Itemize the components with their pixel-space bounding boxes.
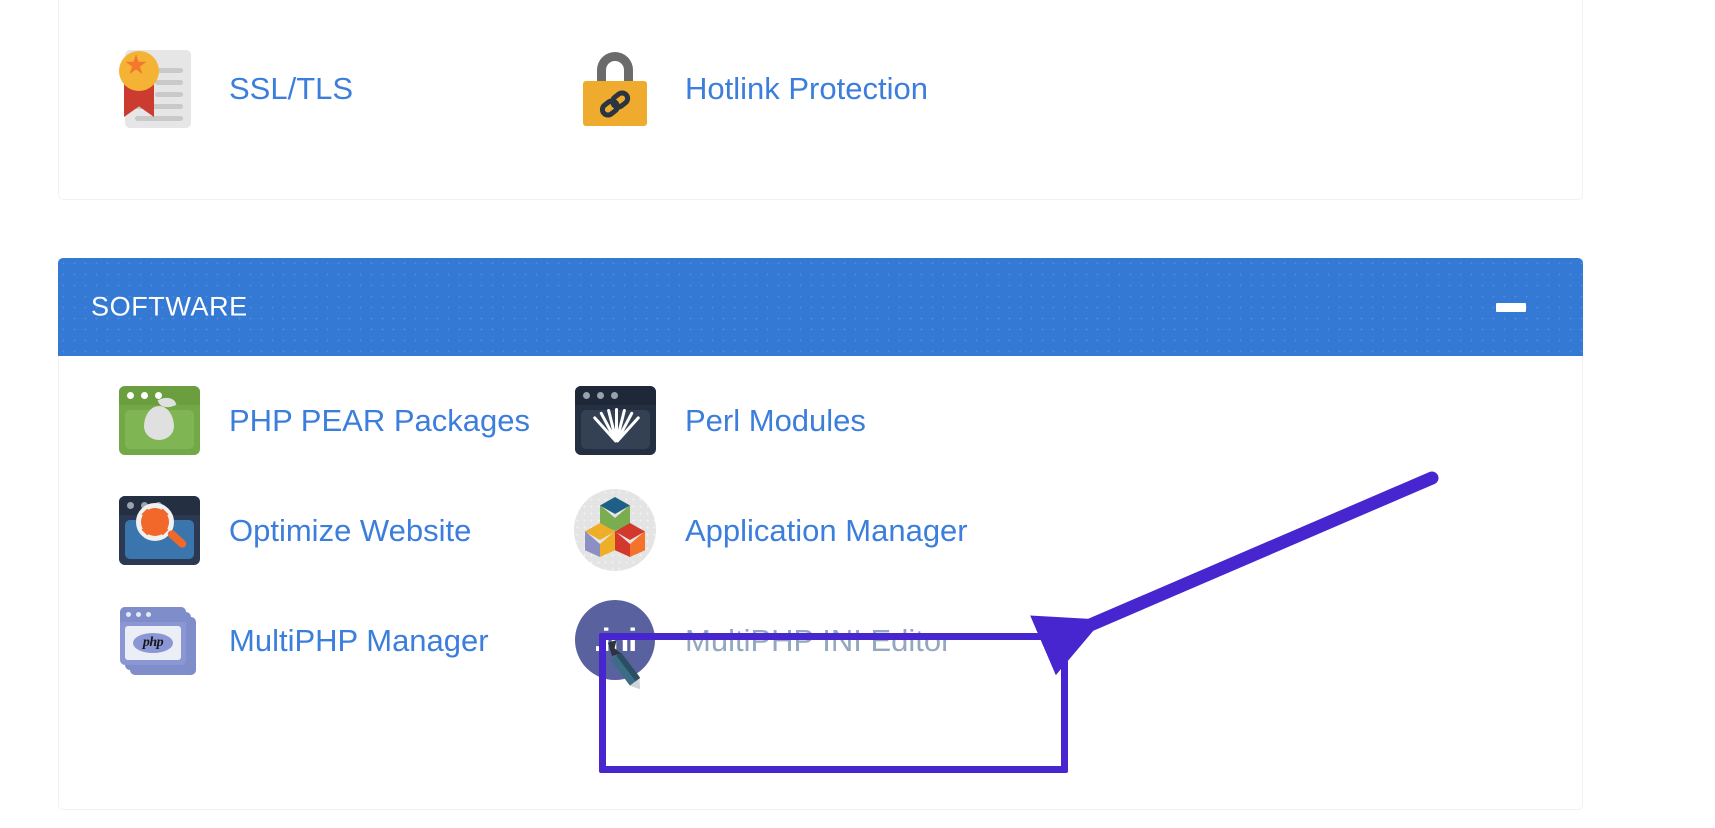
padlock-chain-icon <box>572 45 658 131</box>
minus-icon[interactable] <box>1494 290 1528 324</box>
tile-label-application-manager: Application Manager <box>685 515 968 546</box>
tile-label-hotlink-protection: Hotlink Protection <box>685 73 928 104</box>
tile-php-pear-packages[interactable]: PHP PEAR Packages <box>116 377 530 463</box>
ssl-certificate-icon <box>116 45 202 131</box>
tile-ssl-tls[interactable]: SSL/TLS <box>116 45 353 131</box>
gear-magnifier-window-icon <box>116 487 202 573</box>
php-stacked-windows-icon: php <box>116 597 202 683</box>
tile-application-manager[interactable]: Application Manager <box>572 487 968 573</box>
perl-onion-glyph <box>598 408 632 442</box>
software-section-header[interactable]: SOFTWARE <box>58 258 1583 356</box>
tile-multiphp-manager[interactable]: php MultiPHP Manager <box>116 597 489 683</box>
tile-label-multiphp-manager: MultiPHP Manager <box>229 625 489 656</box>
tile-label-multiphp-ini-editor: MultiPHP INI Editor <box>685 625 951 656</box>
tile-optimize-website[interactable]: Optimize Website <box>116 487 471 573</box>
tile-perl-modules[interactable]: Perl Modules <box>572 377 866 463</box>
tile-hotlink-protection[interactable]: Hotlink Protection <box>572 45 928 131</box>
ini-pencil-icon: .ini <box>572 597 658 683</box>
perl-onion-window-icon <box>572 377 658 463</box>
tile-label-php-pear-packages: PHP PEAR Packages <box>229 405 530 436</box>
tile-multiphp-ini-editor[interactable]: .ini MultiPHP INI Editor <box>572 597 951 683</box>
php-logo-text: php <box>133 633 173 653</box>
software-section-title: SOFTWARE <box>91 292 248 323</box>
pear-window-icon <box>116 377 202 463</box>
tile-label-perl-modules: Perl Modules <box>685 405 866 436</box>
tile-label-optimize-website: Optimize Website <box>229 515 471 546</box>
cubes-circle-icon <box>572 487 658 573</box>
tile-label-ssl-tls: SSL/TLS <box>229 73 353 104</box>
